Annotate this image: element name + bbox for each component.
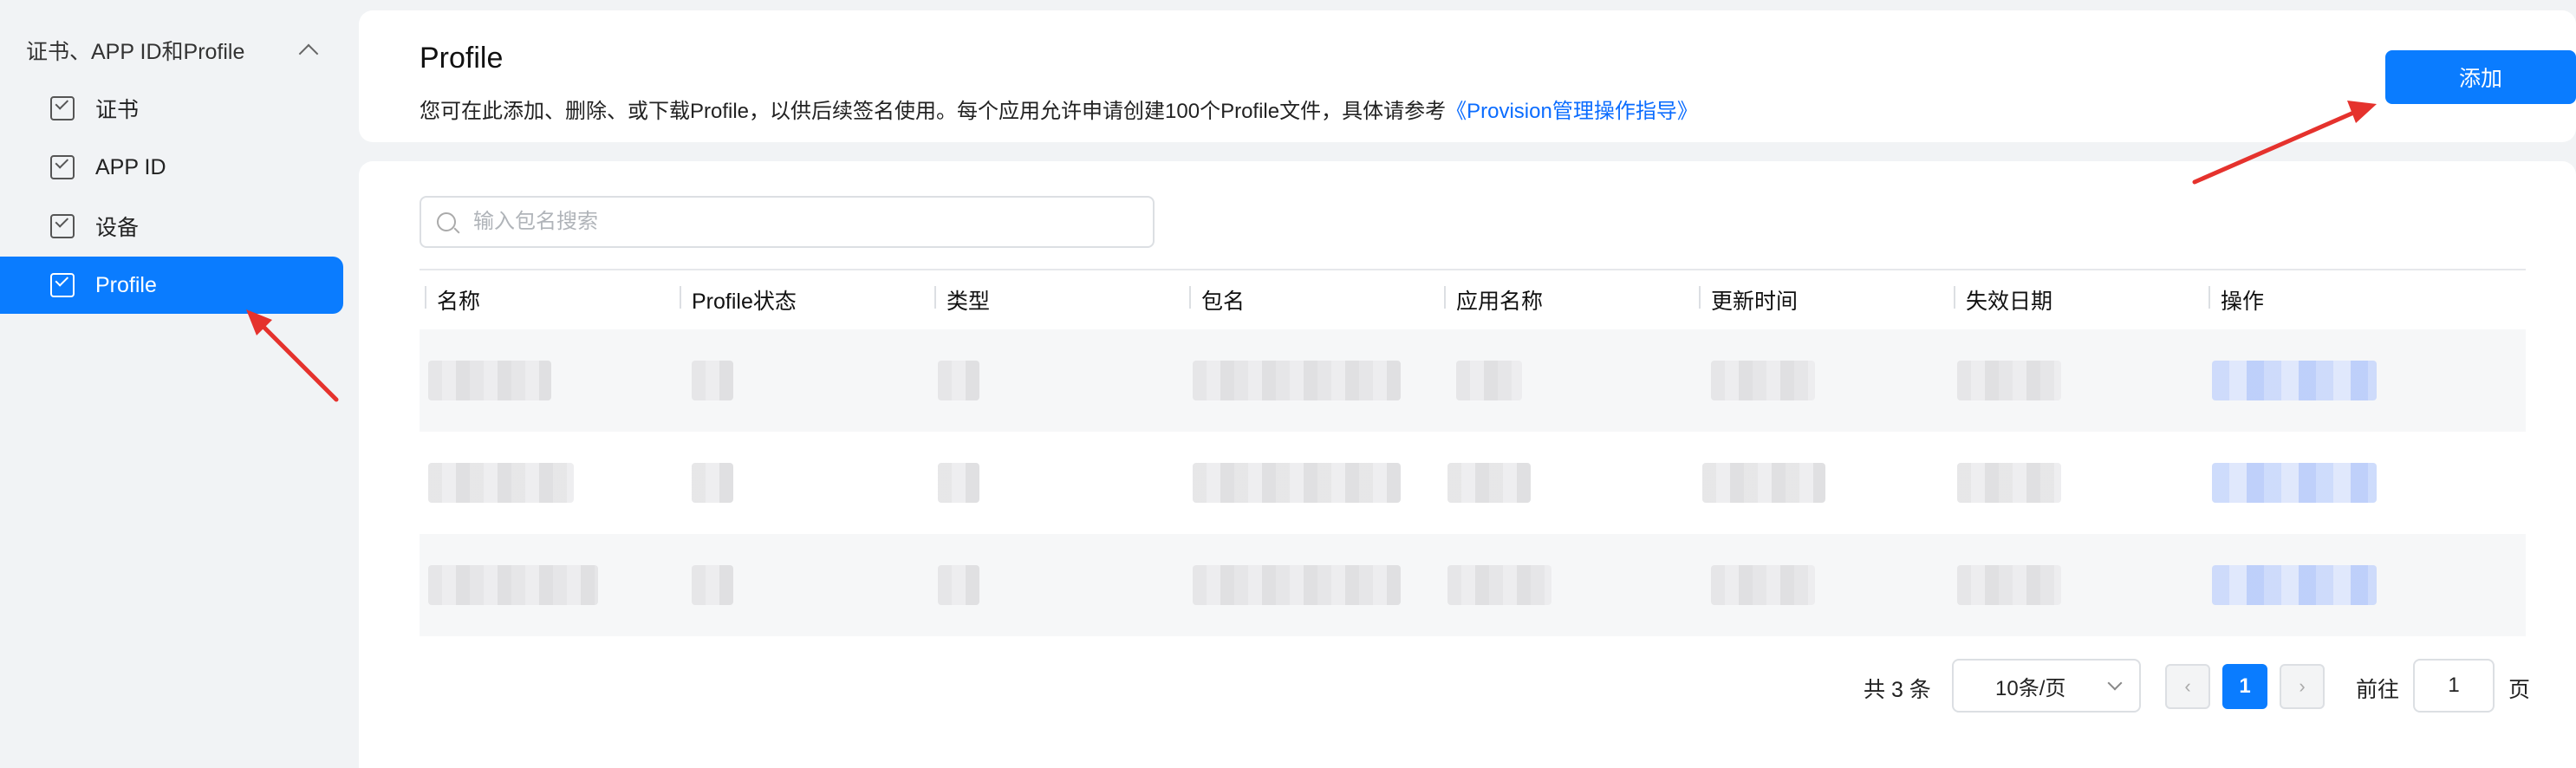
goto-label: 前往 — [2356, 678, 2400, 702]
sidebar-item-label: Profile — [95, 272, 157, 297]
sidebar-item-label: 设备 — [95, 216, 140, 240]
blurred-cell — [692, 565, 733, 605]
chevron-down-icon — [2107, 675, 2123, 691]
search-input[interactable] — [472, 209, 1134, 235]
column-header-actions: 操作 — [2203, 284, 2458, 316]
blurred-cell — [1456, 361, 1522, 400]
column-header-app-name: 应用名称 — [1439, 284, 1694, 316]
sidebar-item-certificate[interactable]: 证书 — [0, 80, 343, 137]
sidebar-group-label: 证书、APP ID和Profile — [26, 40, 245, 64]
blurred-cell — [692, 463, 733, 503]
table-row — [420, 329, 2526, 432]
description-text: 您可在此添加、删除、或下载Profile，以供后续签名使用。每个应用允许申请创建… — [420, 100, 1447, 123]
profile-table: 名称 Profile状态 类型 包名 应用名称 更新时间 失效日期 操作 — [420, 269, 2526, 636]
chevron-right-icon: › — [2299, 675, 2306, 697]
sidebar-item-label: 证书 — [95, 98, 140, 122]
add-profile-button[interactable]: 添加 — [2385, 50, 2576, 104]
blurred-cell — [1711, 565, 1815, 605]
blurred-cell — [428, 463, 574, 503]
provision-guide-link[interactable]: 《Provision管理操作指导》 — [1446, 100, 1698, 123]
certificate-icon — [50, 96, 75, 120]
blurred-cell — [1447, 463, 1531, 503]
prev-page-button[interactable]: ‹ — [2165, 664, 2210, 709]
device-icon — [50, 214, 75, 238]
blurred-action-links[interactable] — [2212, 361, 2377, 400]
sidebar-item-device[interactable]: 设备 — [0, 198, 343, 255]
column-header-status: Profile状态 — [674, 284, 929, 316]
blurred-cell — [428, 565, 598, 605]
goto-page-input[interactable] — [2413, 659, 2495, 713]
page-description: 您可在此添加、删除、或下载Profile，以供后续签名使用。每个应用允许申请创建… — [420, 94, 1698, 124]
page-title: Profile — [420, 42, 504, 75]
blurred-cell — [1193, 463, 1401, 503]
column-header-type: 类型 — [929, 284, 1184, 316]
sidebar: 证书、APP ID和Profile 证书 APP ID 设备 Profile — [0, 0, 359, 768]
chevron-up-icon — [298, 43, 319, 64]
blurred-cell — [1193, 565, 1401, 605]
next-page-button[interactable]: › — [2280, 664, 2325, 709]
blurred-cell — [938, 361, 979, 400]
page-number-current[interactable]: 1 — [2222, 664, 2267, 709]
blurred-cell — [1702, 463, 1825, 503]
table-header: 名称 Profile状态 类型 包名 应用名称 更新时间 失效日期 操作 — [420, 269, 2526, 329]
header-card: Profile 您可在此添加、删除、或下载Profile，以供后续签名使用。每个… — [359, 10, 2576, 142]
sidebar-item-app-id[interactable]: APP ID — [0, 139, 343, 196]
pagination: 共 3 条 10条/页 ‹ 1 › 前往 页 — [359, 659, 2576, 713]
table-row — [420, 432, 2526, 534]
blurred-cell — [938, 565, 979, 605]
blurred-cell — [692, 361, 733, 400]
blurred-action-links[interactable] — [2212, 565, 2377, 605]
blurred-cell — [428, 361, 551, 400]
blurred-cell — [1193, 361, 1401, 400]
blurred-cell — [1957, 463, 2061, 503]
column-header-expiry: 失效日期 — [1948, 284, 2203, 316]
chevron-left-icon: ‹ — [2184, 675, 2191, 697]
profile-icon — [50, 273, 75, 297]
blurred-action-links[interactable] — [2212, 463, 2377, 503]
search-icon — [437, 212, 456, 231]
column-header-updated: 更新时间 — [1694, 284, 1948, 316]
total-count: 共 3 条 — [1864, 678, 1931, 702]
page-size-value: 10条/页 — [1995, 676, 2066, 700]
blurred-cell — [1957, 361, 2061, 400]
table-row — [420, 534, 2526, 636]
search-box[interactable] — [420, 196, 1155, 248]
sidebar-item-label: APP ID — [95, 154, 166, 179]
sidebar-item-profile[interactable]: Profile — [0, 257, 343, 314]
blurred-cell — [1957, 565, 2061, 605]
column-header-package: 包名 — [1184, 284, 1439, 316]
goto-suffix: 页 — [2508, 678, 2531, 702]
page-size-select[interactable]: 10条/页 — [1952, 659, 2141, 713]
blurred-cell — [1711, 361, 1815, 400]
blurred-cell — [938, 463, 979, 503]
column-header-name: 名称 — [420, 284, 674, 316]
app-id-icon — [50, 155, 75, 179]
sidebar-group-header[interactable]: 证书、APP ID和Profile — [26, 33, 333, 68]
profile-list-card: 名称 Profile状态 类型 包名 应用名称 更新时间 失效日期 操作 — [359, 161, 2576, 768]
blurred-cell — [1447, 565, 1551, 605]
